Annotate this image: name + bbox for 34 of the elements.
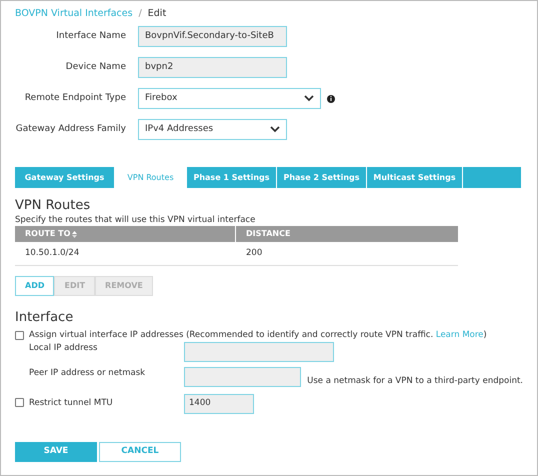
section-title: Interface — [15, 310, 74, 326]
breadcrumb-link[interactable]: BOVPN Virtual Interfaces — [15, 7, 133, 22]
input-field[interactable] — [184, 367, 302, 387]
checkbox-label: Restrict tunnel MTU — [29, 396, 114, 410]
section-title: VPN Routes — [15, 198, 92, 214]
column-header[interactable]: DISTANCE — [236, 226, 458, 242]
checkbox[interactable] — [15, 330, 24, 340]
action-button[interactable]: SAVE — [15, 442, 97, 462]
section-description: Specify the routes that will use this VPN virtual interface — [15, 215, 256, 226]
caret-icon — [304, 95, 314, 102]
field-label: Local IP address — [29, 342, 98, 355]
checkbox[interactable] — [15, 398, 24, 407]
tab[interactable]: VPN Routes — [115, 167, 187, 188]
learn-more-link[interactable]: Learn More — [436, 330, 484, 340]
breadcrumb-current: Edit — [148, 7, 166, 22]
field-label: Gateway Address Family — [14, 122, 126, 136]
field-label: Remote Endpoint Type — [24, 92, 126, 105]
table-cell-text: 200 — [245, 247, 264, 260]
select-field[interactable]: Firebox — [138, 88, 321, 109]
table-action-button[interactable]: ADD — [15, 276, 54, 296]
field-hint: Use a netmask for a VPN to a third-party endpoint. — [307, 375, 523, 388]
select-field[interactable]: IPv4 Addresses — [138, 119, 287, 140]
info-icon[interactable] — [327, 94, 335, 102]
field-label: Peer IP address or netmask — [29, 367, 146, 380]
column-header[interactable]: ROUTE TO — [15, 226, 236, 242]
checkbox-label: Assign virtual interface IP addresses (Recommended to identify and correctly route VPN traffic. Learn More) — [29, 328, 487, 342]
input-field[interactable]: 1400 — [184, 394, 254, 414]
input-field[interactable] — [184, 342, 334, 362]
table-cell-text: 10.50.1.0/24 — [24, 247, 80, 260]
field-label: Interface Name — [55, 30, 126, 43]
caret-icon — [270, 126, 280, 133]
breadcrumb-separator: / — [138, 7, 142, 22]
field-label: Device Name — [64, 60, 126, 74]
action-button[interactable]: CANCEL — [99, 442, 181, 462]
